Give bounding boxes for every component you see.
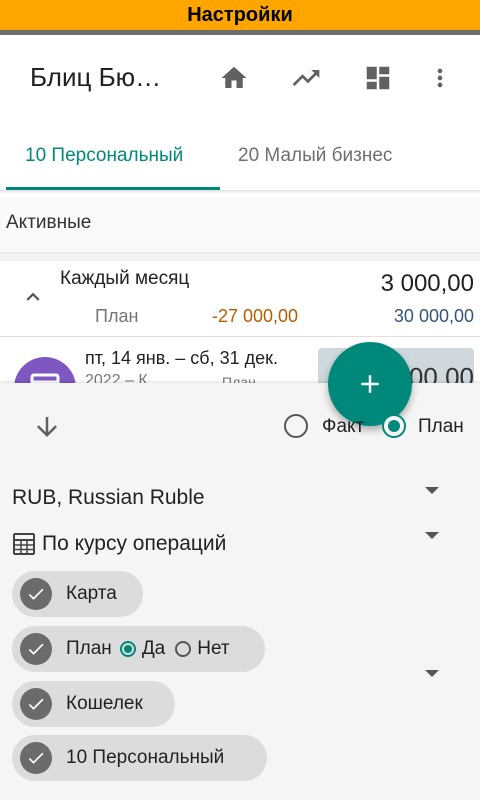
app-title: Блиц Бю… [30,62,162,92]
row-divider [0,336,480,337]
currency-dropdown-arrow-icon[interactable] [425,487,439,494]
chip-card[interactable]: Карта [12,571,143,617]
banner-divider [0,30,480,35]
currency-dropdown[interactable]: RUB, Russian Ruble [12,486,205,510]
window-title-banner: Настройки [0,0,480,30]
chip-personal-label: 10 Персональный [66,747,225,768]
home-icon[interactable] [214,58,254,98]
budget-plan-label: План [95,306,139,326]
trending-up-icon[interactable] [286,58,326,98]
chip-wallet[interactable]: Кошелек [12,681,175,727]
tabs-shadow [0,190,480,194]
check-icon [20,578,52,610]
chip-card-label: Карта [66,583,117,604]
budget-amount: 3 000,00 [380,270,474,297]
radio-fact-label[interactable]: Факт [322,416,364,438]
check-icon [20,633,52,665]
radio-plan[interactable] [382,414,406,438]
chip-plan-label: План [66,638,112,659]
radio-plan-no[interactable] [175,641,192,657]
section-label: Активные [6,212,92,233]
chips-dropdown-arrow-icon[interactable] [425,670,439,677]
budget-plan-total: 30 000,00 [393,306,474,326]
add-fab-button[interactable] [328,342,412,426]
radio-plan-yes-label[interactable]: Да [142,638,165,660]
check-icon [20,742,52,774]
radio-fact[interactable] [284,414,308,438]
chip-plan[interactable]: План Да Нет [12,626,265,672]
budget-period-title[interactable]: Каждый месяц [60,268,189,290]
section-gap [0,253,480,261]
tab-small-business[interactable]: 20 Малый бизнес [238,145,392,167]
check-icon [20,688,52,720]
rate-mode-dropdown[interactable]: По курсу операций [42,532,226,556]
item-date-range[interactable]: пт, 14 янв. – сб, 31 дек. [85,348,278,369]
chip-wallet-label: Кошелек [66,693,143,714]
chevron-up-icon[interactable] [20,284,46,315]
radio-plan-no-label[interactable]: Нет [197,638,229,660]
calculator-icon [12,532,36,561]
rate-mode-dropdown-arrow-icon[interactable] [425,532,439,539]
budget-plan-spent: -27 000,00 [212,306,299,326]
more-vert-icon[interactable] [420,58,460,98]
radio-plan-label[interactable]: План [418,416,464,438]
radio-plan-yes[interactable] [119,641,136,657]
dashboard-icon[interactable] [358,58,398,98]
tab-personal[interactable]: 10 Персональный [25,145,183,167]
arrow-down-icon[interactable] [32,412,62,447]
chip-personal[interactable]: 10 Персональный [12,735,267,781]
